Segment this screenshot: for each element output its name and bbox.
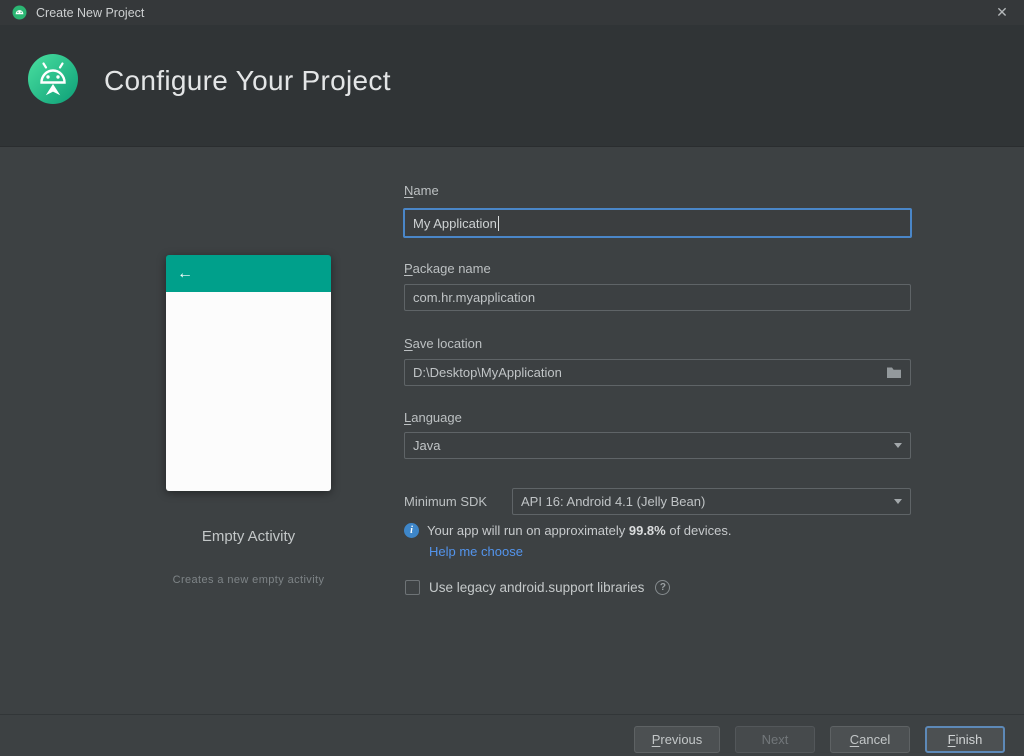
- info-icon: i: [404, 523, 419, 538]
- previous-button[interactable]: Previous: [634, 726, 720, 753]
- next-button[interactable]: Next: [735, 726, 815, 753]
- template-description: Creates a new empty activity: [172, 574, 325, 586]
- save-location-input-value: D:\Desktop\MyApplication: [413, 365, 562, 380]
- template-preview-body: [166, 292, 331, 491]
- minimum-sdk-select-value: API 16: Android 4.1 (Jelly Bean): [521, 494, 706, 509]
- chevron-down-icon: [894, 443, 902, 448]
- page-title: Configure Your Project: [104, 65, 391, 96]
- titlebar: Create New Project ✕: [0, 0, 1024, 25]
- help-icon[interactable]: ?: [655, 580, 671, 595]
- legacy-support-row: Use legacy android.support libraries ?: [405, 580, 671, 595]
- cancel-button[interactable]: Cancel: [830, 726, 910, 753]
- legacy-support-label[interactable]: Use legacy android.support libraries: [429, 580, 644, 595]
- save-location-input[interactable]: D:\Desktop\MyApplication: [404, 359, 911, 386]
- folder-icon: [887, 367, 901, 378]
- minimum-sdk-select[interactable]: API 16: Android 4.1 (Jelly Bean): [512, 488, 911, 515]
- window-title: Create New Project: [36, 5, 145, 20]
- package-name-label: Package name: [404, 261, 491, 276]
- text-caret: [497, 215, 499, 231]
- template-name: Empty Activity: [201, 528, 296, 545]
- close-icon[interactable]: ✕: [992, 4, 1012, 21]
- name-input-value: My Application: [413, 215, 497, 231]
- sdk-coverage-info: i Your app will run on approximately 99.…: [404, 523, 732, 538]
- android-studio-icon: [12, 5, 27, 20]
- chevron-down-icon: [894, 499, 902, 504]
- help-me-choose-link[interactable]: Help me choose: [429, 544, 523, 559]
- android-studio-logo: [27, 53, 79, 105]
- name-label: Name: [404, 183, 439, 198]
- package-name-input[interactable]: com.hr.myapplication: [404, 284, 911, 311]
- language-select-value: Java: [413, 438, 441, 453]
- footer-button-bar: Previous Next Cancel Finish: [634, 726, 1005, 753]
- wizard-header: Configure Your Project: [0, 25, 1024, 147]
- sdk-coverage-text: Your app will run on approximately 99.8%…: [427, 523, 732, 538]
- minimum-sdk-label: Minimum SDK: [404, 494, 488, 509]
- legacy-support-checkbox[interactable]: [405, 580, 420, 595]
- browse-folder-button[interactable]: [886, 366, 902, 379]
- name-input[interactable]: My Application: [403, 208, 912, 238]
- package-name-input-value: com.hr.myapplication: [413, 290, 536, 305]
- template-preview: ←: [166, 255, 331, 491]
- create-new-project-window: Create New Project ✕ Configure Your Proj…: [0, 0, 1024, 756]
- footer-separator: [0, 714, 1024, 715]
- language-label: Language: [404, 410, 462, 425]
- template-preview-appbar: ←: [166, 255, 331, 292]
- finish-button[interactable]: Finish: [925, 726, 1005, 753]
- language-select[interactable]: Java: [404, 432, 911, 459]
- back-arrow-icon: ←: [177, 264, 193, 282]
- save-location-label: Save location: [404, 336, 483, 351]
- content-area: ← Empty Activity Creates a new empty act…: [0, 147, 1024, 756]
